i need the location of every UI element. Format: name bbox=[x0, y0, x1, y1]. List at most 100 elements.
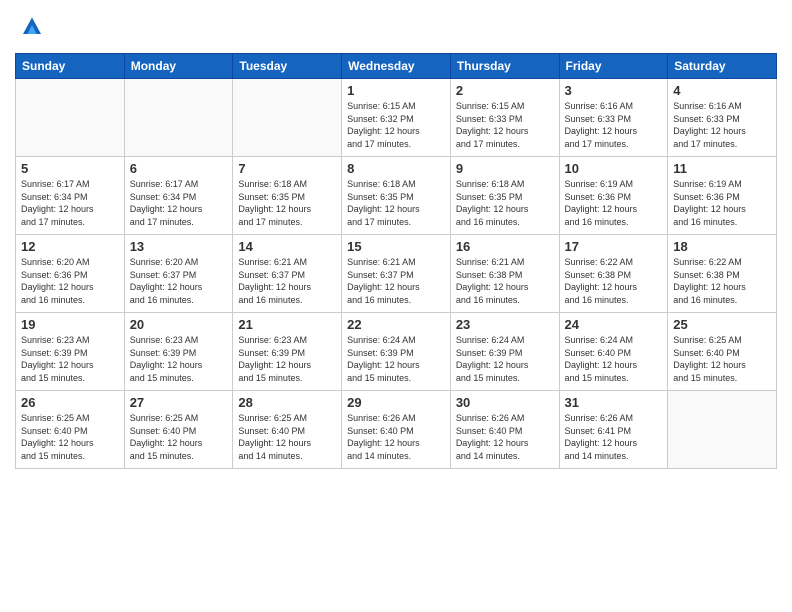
calendar-cell: 16 Sunrise: 6:21 AM Sunset: 6:38 PM Dayli… bbox=[450, 235, 559, 313]
calendar-week-row: 12 Sunrise: 6:20 AM Sunset: 6:36 PM Dayli… bbox=[16, 235, 777, 313]
day-info: Sunrise: 6:17 AM Sunset: 6:34 PM Dayligh… bbox=[21, 178, 119, 228]
day-number: 18 bbox=[673, 239, 771, 254]
day-number: 3 bbox=[565, 83, 663, 98]
calendar-cell: 17 Sunrise: 6:22 AM Sunset: 6:38 PM Dayli… bbox=[559, 235, 668, 313]
calendar-cell: 31 Sunrise: 6:26 AM Sunset: 6:41 PM Dayli… bbox=[559, 391, 668, 469]
day-number: 7 bbox=[238, 161, 336, 176]
calendar-cell: 4 Sunrise: 6:16 AM Sunset: 6:33 PM Daylig… bbox=[668, 79, 777, 157]
day-number: 11 bbox=[673, 161, 771, 176]
calendar-cell: 19 Sunrise: 6:23 AM Sunset: 6:39 PM Dayli… bbox=[16, 313, 125, 391]
day-info: Sunrise: 6:22 AM Sunset: 6:38 PM Dayligh… bbox=[565, 256, 663, 306]
day-info: Sunrise: 6:20 AM Sunset: 6:36 PM Dayligh… bbox=[21, 256, 119, 306]
calendar-cell: 29 Sunrise: 6:26 AM Sunset: 6:40 PM Dayli… bbox=[342, 391, 451, 469]
day-number: 8 bbox=[347, 161, 445, 176]
day-info: Sunrise: 6:16 AM Sunset: 6:33 PM Dayligh… bbox=[673, 100, 771, 150]
weekday-header-wednesday: Wednesday bbox=[342, 54, 451, 79]
calendar-cell: 9 Sunrise: 6:18 AM Sunset: 6:35 PM Daylig… bbox=[450, 157, 559, 235]
day-number: 15 bbox=[347, 239, 445, 254]
calendar-cell: 2Sunrise: 6:15 AM Sunset: 6:33 PM Daylig… bbox=[450, 79, 559, 157]
day-info: Sunrise: 6:23 AM Sunset: 6:39 PM Dayligh… bbox=[21, 334, 119, 384]
day-number: 6 bbox=[130, 161, 228, 176]
calendar-cell bbox=[124, 79, 233, 157]
day-number: 16 bbox=[456, 239, 554, 254]
page-container: SundayMondayTuesdayWednesdayThursdayFrid… bbox=[0, 0, 792, 612]
day-number: 22 bbox=[347, 317, 445, 332]
calendar-cell: 7 Sunrise: 6:18 AM Sunset: 6:35 PM Daylig… bbox=[233, 157, 342, 235]
calendar-cell: 5 Sunrise: 6:17 AM Sunset: 6:34 PM Daylig… bbox=[16, 157, 125, 235]
day-info: Sunrise: 6:22 AM Sunset: 6:38 PM Dayligh… bbox=[673, 256, 771, 306]
day-number: 24 bbox=[565, 317, 663, 332]
calendar-week-row: 5 Sunrise: 6:17 AM Sunset: 6:34 PM Daylig… bbox=[16, 157, 777, 235]
calendar-cell bbox=[16, 79, 125, 157]
day-number: 26 bbox=[21, 395, 119, 410]
day-number: 1 bbox=[347, 83, 445, 98]
day-number: 25 bbox=[673, 317, 771, 332]
day-info: Sunrise: 6:15 AM Sunset: 6:32 PM Dayligh… bbox=[347, 100, 445, 150]
day-number: 19 bbox=[21, 317, 119, 332]
day-number: 9 bbox=[456, 161, 554, 176]
calendar-cell: 13Sunrise: 6:20 AM Sunset: 6:37 PM Dayli… bbox=[124, 235, 233, 313]
calendar-week-row: 19 Sunrise: 6:23 AM Sunset: 6:39 PM Dayli… bbox=[16, 313, 777, 391]
calendar-cell: 15 Sunrise: 6:21 AM Sunset: 6:37 PM Dayli… bbox=[342, 235, 451, 313]
day-info: Sunrise: 6:16 AM Sunset: 6:33 PM Dayligh… bbox=[565, 100, 663, 150]
weekday-header-friday: Friday bbox=[559, 54, 668, 79]
calendar-cell: 6Sunrise: 6:17 AM Sunset: 6:34 PM Daylig… bbox=[124, 157, 233, 235]
calendar-cell bbox=[668, 391, 777, 469]
day-info: Sunrise: 6:24 AM Sunset: 6:40 PM Dayligh… bbox=[565, 334, 663, 384]
day-number: 10 bbox=[565, 161, 663, 176]
day-info: Sunrise: 6:20 AM Sunset: 6:37 PM Dayligh… bbox=[130, 256, 228, 306]
header bbox=[15, 10, 777, 45]
calendar-cell: 10 Sunrise: 6:19 AM Sunset: 6:36 PM Dayli… bbox=[559, 157, 668, 235]
logo bbox=[15, 10, 47, 45]
calendar-table: SundayMondayTuesdayWednesdayThursdayFrid… bbox=[15, 53, 777, 469]
day-number: 29 bbox=[347, 395, 445, 410]
day-info: Sunrise: 6:18 AM Sunset: 6:35 PM Dayligh… bbox=[456, 178, 554, 228]
day-number: 17 bbox=[565, 239, 663, 254]
day-number: 12 bbox=[21, 239, 119, 254]
day-number: 5 bbox=[21, 161, 119, 176]
day-number: 30 bbox=[456, 395, 554, 410]
day-info: Sunrise: 6:25 AM Sunset: 6:40 PM Dayligh… bbox=[130, 412, 228, 462]
day-info: Sunrise: 6:25 AM Sunset: 6:40 PM Dayligh… bbox=[238, 412, 336, 462]
calendar-cell: 20 Sunrise: 6:23 AM Sunset: 6:39 PM Dayli… bbox=[124, 313, 233, 391]
day-info: Sunrise: 6:25 AM Sunset: 6:40 PM Dayligh… bbox=[673, 334, 771, 384]
day-info: Sunrise: 6:21 AM Sunset: 6:38 PM Dayligh… bbox=[456, 256, 554, 306]
day-info: Sunrise: 6:21 AM Sunset: 6:37 PM Dayligh… bbox=[347, 256, 445, 306]
calendar-cell: 22 Sunrise: 6:24 AM Sunset: 6:39 PM Dayli… bbox=[342, 313, 451, 391]
calendar-cell: 23 Sunrise: 6:24 AM Sunset: 6:39 PM Dayli… bbox=[450, 313, 559, 391]
calendar-cell: 14Sunrise: 6:21 AM Sunset: 6:37 PM Dayli… bbox=[233, 235, 342, 313]
calendar-cell: 26 Sunrise: 6:25 AM Sunset: 6:40 PM Dayli… bbox=[16, 391, 125, 469]
day-number: 2 bbox=[456, 83, 554, 98]
calendar-cell bbox=[233, 79, 342, 157]
weekday-header-monday: Monday bbox=[124, 54, 233, 79]
day-info: Sunrise: 6:25 AM Sunset: 6:40 PM Dayligh… bbox=[21, 412, 119, 462]
day-info: Sunrise: 6:18 AM Sunset: 6:35 PM Dayligh… bbox=[347, 178, 445, 228]
weekday-header-saturday: Saturday bbox=[668, 54, 777, 79]
day-number: 27 bbox=[130, 395, 228, 410]
day-number: 20 bbox=[130, 317, 228, 332]
day-info: Sunrise: 6:26 AM Sunset: 6:40 PM Dayligh… bbox=[347, 412, 445, 462]
day-info: Sunrise: 6:24 AM Sunset: 6:39 PM Dayligh… bbox=[347, 334, 445, 384]
calendar-cell: 1 Sunrise: 6:15 AM Sunset: 6:32 PM Daylig… bbox=[342, 79, 451, 157]
day-number: 14 bbox=[238, 239, 336, 254]
day-info: Sunrise: 6:24 AM Sunset: 6:39 PM Dayligh… bbox=[456, 334, 554, 384]
day-number: 4 bbox=[673, 83, 771, 98]
day-number: 21 bbox=[238, 317, 336, 332]
day-info: Sunrise: 6:26 AM Sunset: 6:40 PM Dayligh… bbox=[456, 412, 554, 462]
calendar-cell: 3 Sunrise: 6:16 AM Sunset: 6:33 PM Daylig… bbox=[559, 79, 668, 157]
logo-icon bbox=[17, 10, 47, 40]
day-number: 23 bbox=[456, 317, 554, 332]
calendar-cell: 24 Sunrise: 6:24 AM Sunset: 6:40 PM Dayli… bbox=[559, 313, 668, 391]
calendar-cell: 18 Sunrise: 6:22 AM Sunset: 6:38 PM Dayli… bbox=[668, 235, 777, 313]
calendar-week-row: 26 Sunrise: 6:25 AM Sunset: 6:40 PM Dayli… bbox=[16, 391, 777, 469]
day-info: Sunrise: 6:23 AM Sunset: 6:39 PM Dayligh… bbox=[130, 334, 228, 384]
day-number: 31 bbox=[565, 395, 663, 410]
day-info: Sunrise: 6:26 AM Sunset: 6:41 PM Dayligh… bbox=[565, 412, 663, 462]
calendar-cell: 11Sunrise: 6:19 AM Sunset: 6:36 PM Dayli… bbox=[668, 157, 777, 235]
calendar-cell: 8 Sunrise: 6:18 AM Sunset: 6:35 PM Daylig… bbox=[342, 157, 451, 235]
weekday-header-sunday: Sunday bbox=[16, 54, 125, 79]
calendar-header-row: SundayMondayTuesdayWednesdayThursdayFrid… bbox=[16, 54, 777, 79]
calendar-week-row: 1 Sunrise: 6:15 AM Sunset: 6:32 PM Daylig… bbox=[16, 79, 777, 157]
day-info: Sunrise: 6:18 AM Sunset: 6:35 PM Dayligh… bbox=[238, 178, 336, 228]
day-info: Sunrise: 6:19 AM Sunset: 6:36 PM Dayligh… bbox=[565, 178, 663, 228]
